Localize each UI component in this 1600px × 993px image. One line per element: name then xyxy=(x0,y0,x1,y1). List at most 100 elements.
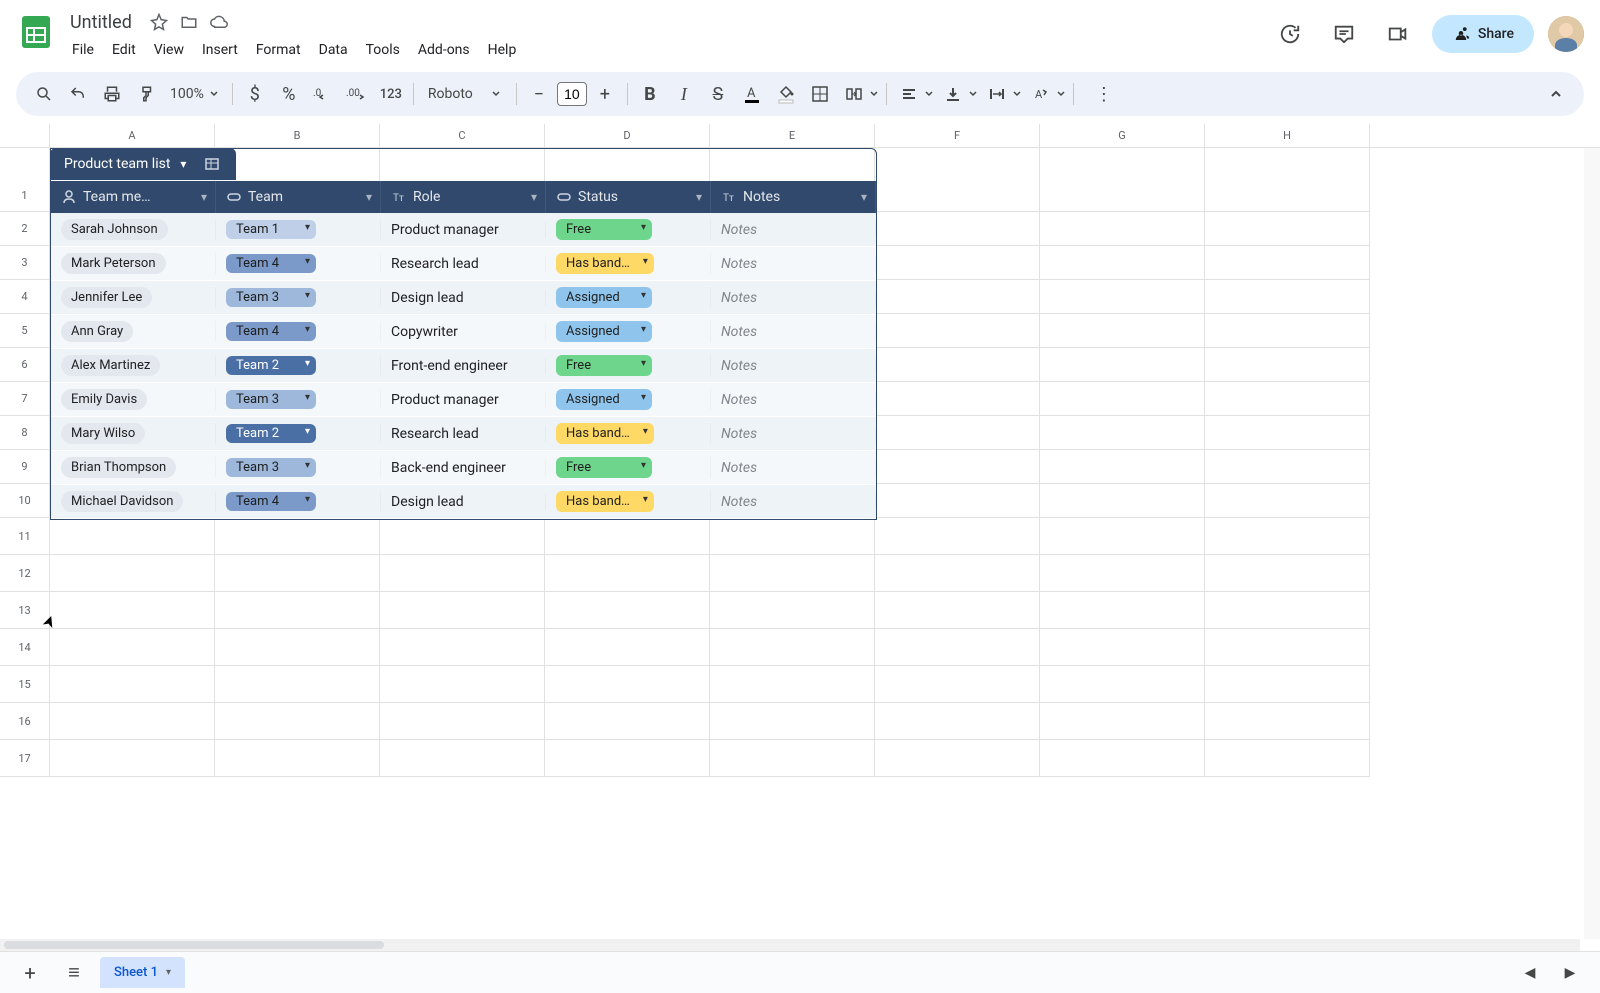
menu-tools[interactable]: Tools xyxy=(358,38,408,62)
status-chip[interactable]: Assigned xyxy=(556,287,652,308)
team-chip[interactable]: Team 3 xyxy=(226,288,316,307)
notes-placeholder[interactable]: Notes xyxy=(721,290,757,306)
font-select[interactable]: Roboto xyxy=(420,86,510,102)
person-chip[interactable]: Sarah Johnson xyxy=(61,219,168,240)
table-tab[interactable]: Product team list ▾ xyxy=(50,148,236,180)
row-header[interactable]: 1 xyxy=(0,148,50,212)
currency-icon[interactable]: $ xyxy=(239,78,271,110)
row-header[interactable]: 5 xyxy=(0,314,50,348)
table-row[interactable]: Jennifer LeeTeam 3Design leadAssignedNot… xyxy=(51,281,876,315)
move-icon[interactable] xyxy=(180,13,198,31)
status-chip[interactable]: Assigned xyxy=(556,389,652,410)
person-chip[interactable]: Alex Martinez xyxy=(61,355,160,376)
col-header-team[interactable]: Team▾ xyxy=(216,181,381,213)
v-align-icon[interactable] xyxy=(937,78,969,110)
decrease-decimal-icon[interactable]: .0 xyxy=(307,78,339,110)
team-chip[interactable]: Team 4 xyxy=(226,492,316,511)
increase-font-icon[interactable]: + xyxy=(589,78,621,110)
col-header[interactable]: A xyxy=(50,124,215,147)
table-row[interactable]: Emily DavisTeam 3Product managerAssigned… xyxy=(51,383,876,417)
sheet-tab-menu-icon[interactable]: ▾ xyxy=(166,967,171,978)
team-chip[interactable]: Team 1 xyxy=(226,220,316,239)
notes-placeholder[interactable]: Notes xyxy=(721,460,757,476)
table-row[interactable]: Ann GrayTeam 4CopywriterAssignedNotes xyxy=(51,315,876,349)
table-row[interactable]: Mark PetersonTeam 4Research leadHas band… xyxy=(51,247,876,281)
row-header[interactable]: 14 xyxy=(0,629,50,666)
row-header[interactable]: 7 xyxy=(0,382,50,416)
notes-placeholder[interactable]: Notes xyxy=(721,494,757,510)
print-icon[interactable] xyxy=(96,78,128,110)
add-sheet-icon[interactable]: + xyxy=(12,955,48,991)
percent-icon[interactable]: % xyxy=(273,78,305,110)
team-chip[interactable]: Team 2 xyxy=(226,356,316,375)
col-header[interactable]: G xyxy=(1040,124,1205,147)
row-header[interactable]: 2 xyxy=(0,212,50,246)
row-header[interactable]: 16 xyxy=(0,703,50,740)
person-chip[interactable]: Mark Peterson xyxy=(61,253,166,274)
notes-placeholder[interactable]: Notes xyxy=(721,222,757,238)
team-chip[interactable]: Team 4 xyxy=(226,254,316,273)
sheet-nav-left-icon[interactable]: ◀ xyxy=(1512,955,1548,991)
notes-placeholder[interactable]: Notes xyxy=(721,392,757,408)
sheet-nav-right-icon[interactable]: ▶ xyxy=(1552,955,1588,991)
col-header[interactable]: E xyxy=(710,124,875,147)
doc-title[interactable]: Untitled xyxy=(64,10,138,35)
table-row[interactable]: Michael DavidsonTeam 4Design leadHas ban… xyxy=(51,485,876,519)
status-chip[interactable]: Has band… xyxy=(556,253,654,274)
text-color-icon[interactable]: A xyxy=(736,78,768,110)
row-header[interactable]: 15 xyxy=(0,666,50,703)
rotate-icon[interactable]: A xyxy=(1025,78,1057,110)
team-chip[interactable]: Team 2 xyxy=(226,424,316,443)
notes-placeholder[interactable]: Notes xyxy=(721,324,757,340)
table-row[interactable]: Sarah JohnsonTeam 1Product managerFreeNo… xyxy=(51,213,876,247)
status-chip[interactable]: Free xyxy=(556,355,652,376)
row-header[interactable]: 11 xyxy=(0,518,50,555)
history-icon[interactable] xyxy=(1270,14,1310,54)
menu-addons[interactable]: Add-ons xyxy=(410,38,478,62)
menu-data[interactable]: Data xyxy=(311,38,356,62)
status-chip[interactable]: Free xyxy=(556,219,652,240)
table-row[interactable]: Alex MartinezTeam 2Front-end engineerFre… xyxy=(51,349,876,383)
menu-insert[interactable]: Insert xyxy=(194,38,246,62)
col-header-notes[interactable]: Tт Notes▾ xyxy=(711,181,876,213)
team-chip[interactable]: Team 4 xyxy=(226,322,316,341)
comment-icon[interactable] xyxy=(1324,14,1364,54)
col-header[interactable]: F xyxy=(875,124,1040,147)
notes-placeholder[interactable]: Notes xyxy=(721,358,757,374)
team-chip[interactable]: Team 3 xyxy=(226,458,316,477)
row-header[interactable]: 6 xyxy=(0,348,50,382)
row-header[interactable]: 10 xyxy=(0,484,50,518)
table-view-icon[interactable] xyxy=(198,150,226,178)
borders-icon[interactable] xyxy=(804,78,836,110)
col-header[interactable]: C xyxy=(380,124,545,147)
row-header[interactable]: 12 xyxy=(0,555,50,592)
collapse-toolbar-icon[interactable] xyxy=(1540,78,1572,110)
wrap-icon[interactable] xyxy=(981,78,1013,110)
team-chip[interactable]: Team 3 xyxy=(226,390,316,409)
col-header-role[interactable]: Tт Role▾ xyxy=(381,181,546,213)
strikethrough-icon[interactable]: S xyxy=(702,78,734,110)
select-all-corner[interactable] xyxy=(0,124,50,147)
more-toolbar-icon[interactable]: ⋮ xyxy=(1088,78,1120,110)
status-chip[interactable]: Free xyxy=(556,457,652,478)
table-row[interactable]: Brian ThompsonTeam 3Back-end engineerFre… xyxy=(51,451,876,485)
star-icon[interactable] xyxy=(150,13,168,31)
increase-decimal-icon[interactable]: .00 xyxy=(341,78,373,110)
account-avatar[interactable] xyxy=(1548,16,1584,52)
bold-icon[interactable]: B xyxy=(634,78,666,110)
search-menus-icon[interactable] xyxy=(28,78,60,110)
col-header[interactable]: H xyxy=(1205,124,1370,147)
merge-cells-icon[interactable] xyxy=(838,78,870,110)
fill-color-icon[interactable] xyxy=(770,78,802,110)
col-header[interactable]: B xyxy=(215,124,380,147)
row-header[interactable]: 13 xyxy=(0,592,50,629)
row-header[interactable]: 8 xyxy=(0,416,50,450)
menu-file[interactable]: File xyxy=(64,38,102,62)
scrollbar-vertical[interactable] xyxy=(1584,148,1600,939)
undo-icon[interactable] xyxy=(62,78,94,110)
paint-format-icon[interactable] xyxy=(130,78,162,110)
person-chip[interactable]: Jennifer Lee xyxy=(61,287,152,308)
status-chip[interactable]: Has band… xyxy=(556,423,654,444)
col-header[interactable]: D xyxy=(545,124,710,147)
row-header[interactable]: 9 xyxy=(0,450,50,484)
